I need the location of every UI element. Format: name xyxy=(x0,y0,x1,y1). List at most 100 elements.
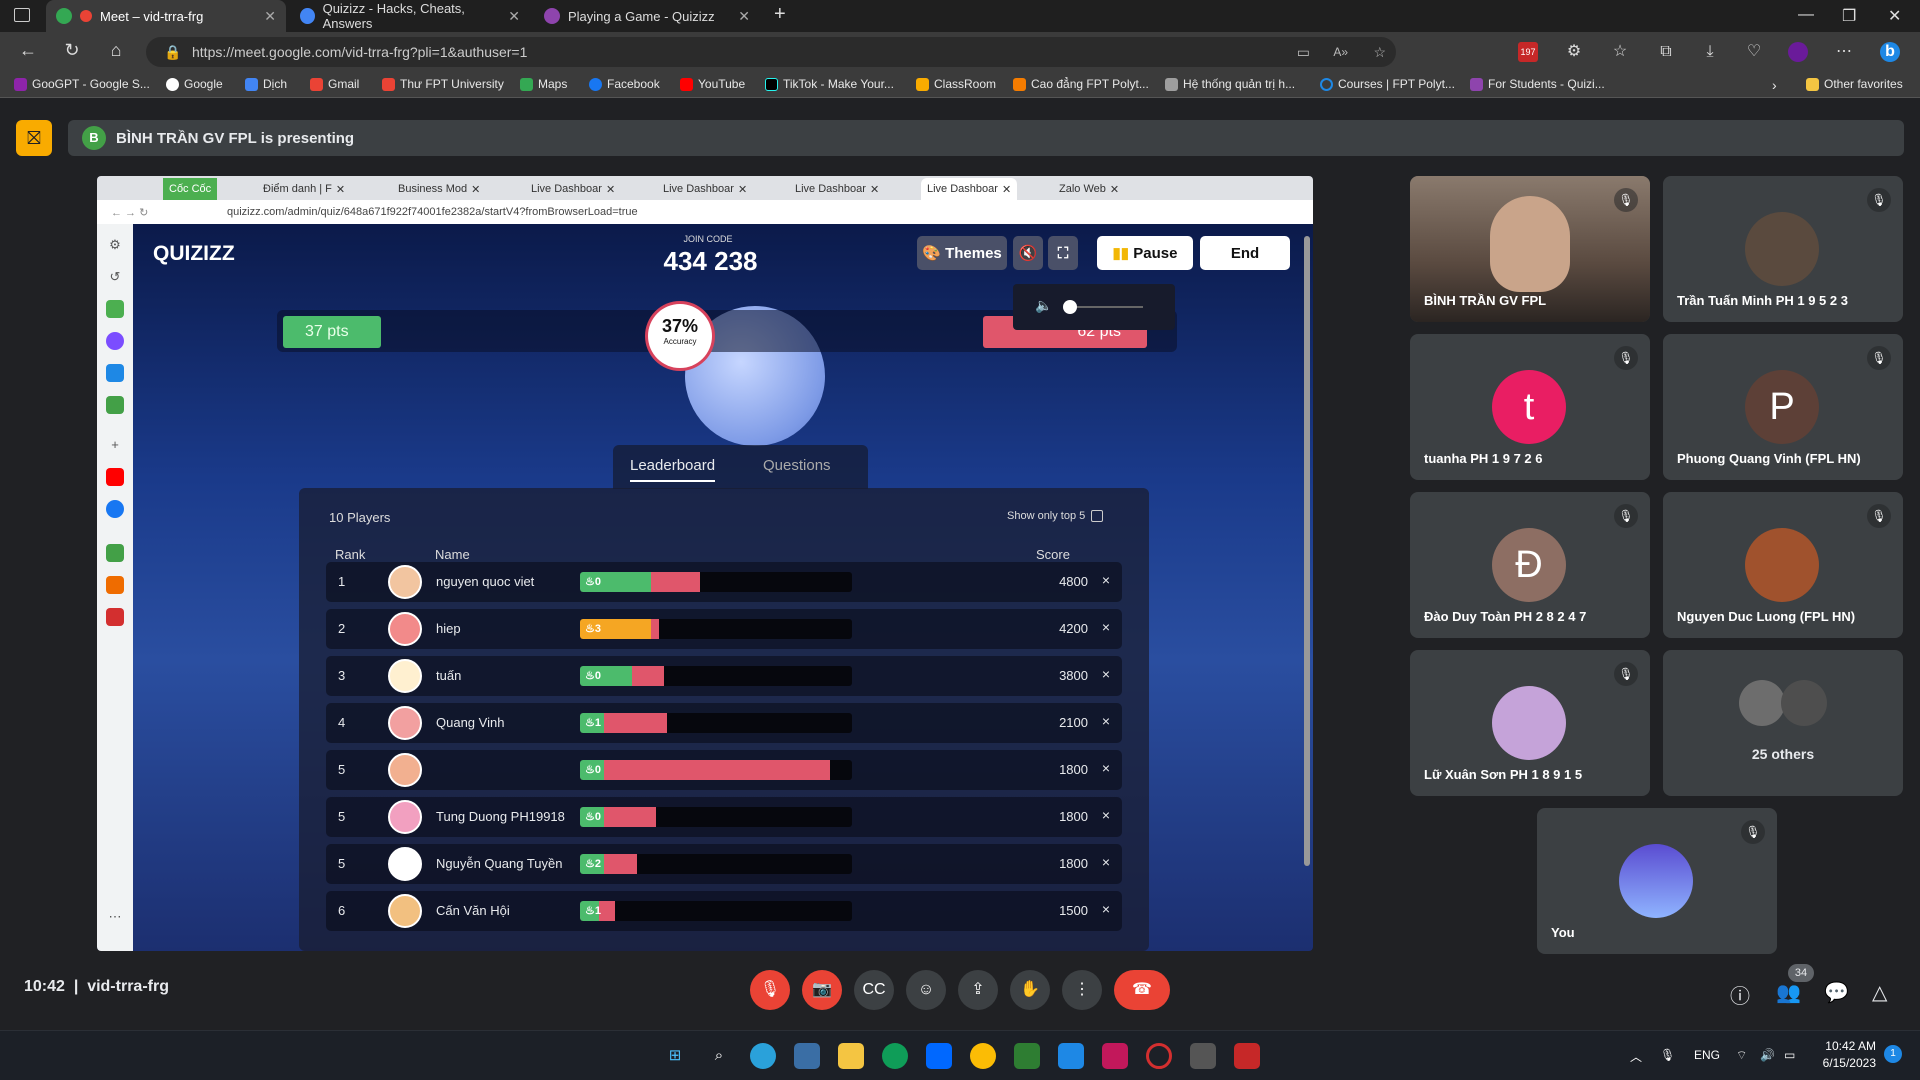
bookmark-google[interactable]: Google xyxy=(166,77,223,91)
app-icon[interactable] xyxy=(1058,1043,1084,1069)
present-button[interactable]: ⇪ xyxy=(958,970,998,1010)
participant-tile-you[interactable]: 🎙 You xyxy=(1537,808,1777,954)
shared-tab-coccoc: Cốc Cốc xyxy=(163,178,218,200)
pause-label: Pause xyxy=(1133,244,1178,262)
favorites-icon[interactable]: ☆ xyxy=(1610,42,1630,62)
shared-tab-label: Live Dashboar xyxy=(663,183,734,195)
restore-button[interactable]: ❐ xyxy=(1842,6,1856,26)
raise-hand-button[interactable]: ✋ xyxy=(1010,970,1050,1010)
app-icon[interactable] xyxy=(1014,1043,1040,1069)
info-icon[interactable]: ⓘ xyxy=(1730,980,1750,1009)
player-score: 2100 xyxy=(1059,715,1088,730)
close-icon[interactable]: ✕ xyxy=(508,8,520,25)
streak-indicator: ♨1 xyxy=(585,717,601,729)
participant-tile[interactable]: 🎙 Trần Tuấn Minh PH 1 9 5 2 3 xyxy=(1663,176,1903,322)
tab-actions-icon[interactable] xyxy=(14,8,30,22)
captions-button[interactable]: CC xyxy=(854,970,894,1010)
zalo-icon[interactable] xyxy=(926,1043,952,1069)
extension-badge[interactable]: 197 xyxy=(1518,42,1538,62)
bookmark-facebook[interactable]: Facebook xyxy=(589,77,660,91)
tab-meet[interactable]: Meet – vid-trra-frg ✕ xyxy=(46,0,286,32)
file-explorer-icon[interactable] xyxy=(838,1043,864,1069)
stop-presenting-icon[interactable]: ⛝ xyxy=(16,120,52,156)
camera-off-button[interactable]: 📷 xyxy=(802,970,842,1010)
participant-tile[interactable]: 🎙 Nguyen Duc Luong (FPL HN) xyxy=(1663,492,1903,638)
tray-chevron-icon[interactable]: ︿ xyxy=(1630,1048,1642,1065)
bing-icon[interactable]: b xyxy=(1880,42,1900,62)
close-icon: ✕ xyxy=(1001,183,1012,196)
jetbrains-icon[interactable] xyxy=(1102,1043,1128,1069)
bookmarks-overflow-chevron-icon[interactable]: › xyxy=(1772,77,1777,93)
microphone-icon[interactable]: 🎙 xyxy=(1660,1048,1675,1062)
battery-icon[interactable]: ▭ xyxy=(1784,1048,1795,1062)
bookmark-gmail[interactable]: Gmail xyxy=(310,77,359,91)
favorite-star-icon[interactable]: ☆ xyxy=(1373,44,1386,61)
tab-playing-game[interactable]: Playing a Game - Quizizz ✕ xyxy=(534,0,760,32)
bookmark-other-favorites[interactable]: Other favorites xyxy=(1806,77,1903,91)
close-icon[interactable]: ✕ xyxy=(264,8,276,25)
mute-button: 🔇 xyxy=(1013,236,1043,270)
participant-tile[interactable]: 🎙 Lữ Xuân Sơn PH 1 8 9 1 5 xyxy=(1410,650,1650,796)
url-bar[interactable]: 🔒 https://meet.google.com/vid-trra-frg?p… xyxy=(146,37,1396,67)
collections-icon[interactable]: ⧉ xyxy=(1656,42,1676,62)
back-icon[interactable]: ← xyxy=(16,40,40,61)
telegram-icon[interactable] xyxy=(750,1043,776,1069)
game-icon[interactable] xyxy=(1190,1043,1216,1069)
clock[interactable]: 10:42 AM 6/15/2023 xyxy=(1816,1039,1876,1070)
chat-icon[interactable]: 💬 xyxy=(1824,980,1849,1005)
chrome-icon[interactable] xyxy=(970,1043,996,1069)
read-aloud-icon[interactable]: A» xyxy=(1333,45,1348,59)
bookmark-courses[interactable]: Courses | FPT Polyt... xyxy=(1320,77,1455,91)
activities-icon[interactable]: △ xyxy=(1872,980,1887,1005)
participant-tile-binh[interactable]: 🎙 BÌNH TRẦN GV FPL xyxy=(1410,176,1650,322)
volume-track xyxy=(1067,306,1143,308)
bookmark-googpt[interactable]: GooGPT - Google S... xyxy=(14,77,150,91)
close-window-button[interactable]: ✕ xyxy=(1888,6,1901,26)
bookmark-tiktok[interactable]: TikTok - Make Your... xyxy=(765,77,894,91)
emoji-button[interactable]: ☺ xyxy=(906,970,946,1010)
profile-avatar[interactable] xyxy=(1788,42,1808,62)
wifi-icon[interactable]: ⌔ xyxy=(1736,1048,1747,1063)
edge-icon[interactable] xyxy=(882,1043,908,1069)
people-icon[interactable]: 👥 xyxy=(1776,980,1801,1005)
bookmark-dich[interactable]: Dịch xyxy=(245,77,287,91)
bookmark-cao-dang[interactable]: Cao đẳng FPT Polyt... xyxy=(1013,77,1149,91)
tab-quizizz-hacks[interactable]: Quizizz - Hacks, Cheats, Answers ✕ xyxy=(290,0,530,32)
bookmark-youtube[interactable]: YouTube xyxy=(680,77,745,91)
new-tab-button[interactable]: + xyxy=(774,3,786,26)
bookmark-he-thong[interactable]: Hệ thống quản trị h... xyxy=(1165,77,1295,91)
search-icon[interactable]: ⌕ xyxy=(706,1043,732,1069)
home-icon[interactable]: ⌂ xyxy=(104,40,128,61)
more-options-icon[interactable]: ⋯ xyxy=(1834,42,1854,62)
close-icon[interactable]: ✕ xyxy=(738,8,750,25)
participant-tile[interactable]: P 🎙 Phuong Quang Vinh (FPL HN) xyxy=(1663,334,1903,480)
bookmark-thu-fpt[interactable]: Thư FPT University xyxy=(382,77,504,91)
leave-call-button[interactable]: ☎ xyxy=(1114,970,1170,1010)
volume-icon[interactable]: 🔊 xyxy=(1760,1048,1775,1062)
language-indicator[interactable]: ENG xyxy=(1694,1048,1720,1062)
refresh-icon[interactable]: ↻ xyxy=(60,40,84,61)
mic-off-icon: 🎙 xyxy=(1614,188,1638,212)
windows-start-icon[interactable]: ⊞ xyxy=(662,1043,688,1069)
minimize-button[interactable]: — xyxy=(1798,6,1814,24)
bookmark-classroom[interactable]: ClassRoom xyxy=(916,77,996,91)
performance-icon[interactable]: ♡ xyxy=(1744,42,1764,62)
participant-tile[interactable]: t 🎙 tuanha PH 1 9 7 2 6 xyxy=(1410,334,1650,480)
store-icon[interactable] xyxy=(794,1043,820,1069)
opera-icon[interactable] xyxy=(1146,1043,1172,1069)
app-icon[interactable] xyxy=(1234,1043,1260,1069)
extensions-icon[interactable]: ⚙ xyxy=(1564,42,1584,62)
bookmark-quizizz[interactable]: For Students - Quizi... xyxy=(1470,77,1605,91)
notification-badge[interactable]: 1 xyxy=(1884,1045,1902,1063)
streak-indicator: ♨1 xyxy=(585,905,601,917)
participant-tile-others[interactable]: 25 others xyxy=(1663,650,1903,796)
bookmark-maps[interactable]: Maps xyxy=(520,77,567,91)
download-icon[interactable]: ⤓ xyxy=(1700,42,1720,62)
quizizz-favicon-icon xyxy=(544,8,560,24)
camera-icon[interactable]: ▭ xyxy=(1297,44,1310,61)
participant-tile[interactable]: Đ 🎙 Đào Duy Toàn PH 2 8 2 4 7 xyxy=(1410,492,1650,638)
more-options-button[interactable]: ⋮ xyxy=(1062,970,1102,1010)
maps-icon xyxy=(520,77,533,91)
person-silhouette xyxy=(1490,196,1570,292)
mic-off-button[interactable]: 🎙 xyxy=(750,970,790,1010)
